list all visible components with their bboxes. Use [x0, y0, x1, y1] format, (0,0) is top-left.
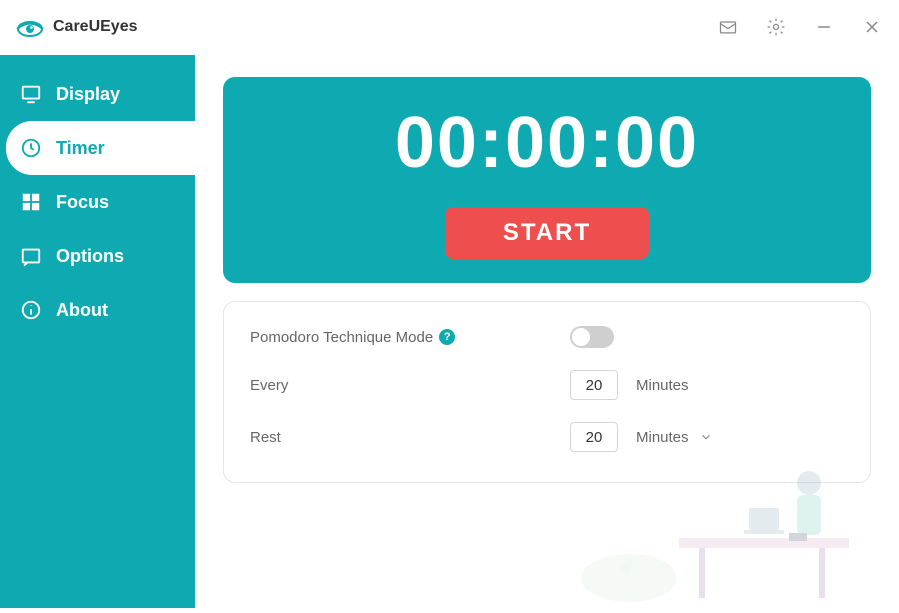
sidebar-item-label: About: [56, 300, 108, 321]
sidebar-item-label: Timer: [56, 138, 105, 159]
rest-input[interactable]: [570, 422, 618, 452]
rest-label: Rest: [250, 429, 281, 446]
minimize-button[interactable]: [812, 15, 836, 39]
sidebar-item-focus[interactable]: Focus: [0, 175, 195, 229]
every-row: Every Minutes: [250, 370, 844, 400]
sidebar: Display Timer Focus: [0, 55, 195, 608]
sidebar-item-about[interactable]: About: [0, 283, 195, 337]
info-icon: [20, 299, 42, 321]
start-button[interactable]: START: [445, 207, 649, 259]
help-icon[interactable]: ?: [439, 329, 455, 345]
pomodoro-toggle[interactable]: [570, 326, 614, 348]
sidebar-item-label: Display: [56, 84, 120, 105]
pomodoro-label: Pomodoro Technique Mode: [250, 329, 433, 346]
monitor-icon: [20, 83, 42, 105]
rest-unit-select[interactable]: Minutes: [636, 429, 713, 446]
sidebar-item-timer[interactable]: Timer: [6, 121, 195, 175]
grid-icon: [20, 191, 42, 213]
titlebar: CareUEyes: [0, 0, 899, 55]
clock-icon: [20, 137, 42, 159]
timer-display: 00:00:00: [395, 107, 699, 179]
rest-unit-label: Minutes: [636, 429, 689, 446]
timer-card: 00:00:00 START: [223, 77, 871, 283]
sidebar-item-display[interactable]: Display: [0, 67, 195, 121]
chevron-down-icon: [699, 430, 713, 444]
sidebar-item-options[interactable]: Options: [0, 229, 195, 283]
window-controls: [716, 15, 884, 39]
eye-logo-icon: [15, 16, 45, 38]
pomodoro-label-area: Pomodoro Technique Mode ?: [250, 329, 570, 346]
every-unit: Minutes: [636, 377, 689, 394]
app-title: CareUEyes: [53, 18, 138, 36]
sidebar-item-label: Focus: [56, 192, 109, 213]
every-input[interactable]: [570, 370, 618, 400]
rest-row: Rest Minutes: [250, 422, 844, 452]
sidebar-item-label: Options: [56, 246, 124, 267]
every-label: Every: [250, 377, 288, 394]
main-panel: 00:00:00 START Pomodoro Technique Mode ?…: [195, 55, 899, 608]
logo-area: CareUEyes: [15, 16, 138, 38]
gear-icon[interactable]: [764, 15, 788, 39]
pomodoro-row: Pomodoro Technique Mode ?: [250, 326, 844, 348]
options-icon: [20, 245, 42, 267]
close-button[interactable]: [860, 15, 884, 39]
content-area: Display Timer Focus: [0, 55, 899, 608]
toggle-handle: [572, 328, 590, 346]
mail-icon[interactable]: [716, 15, 740, 39]
settings-card: Pomodoro Technique Mode ? Every Minutes …: [223, 301, 871, 483]
